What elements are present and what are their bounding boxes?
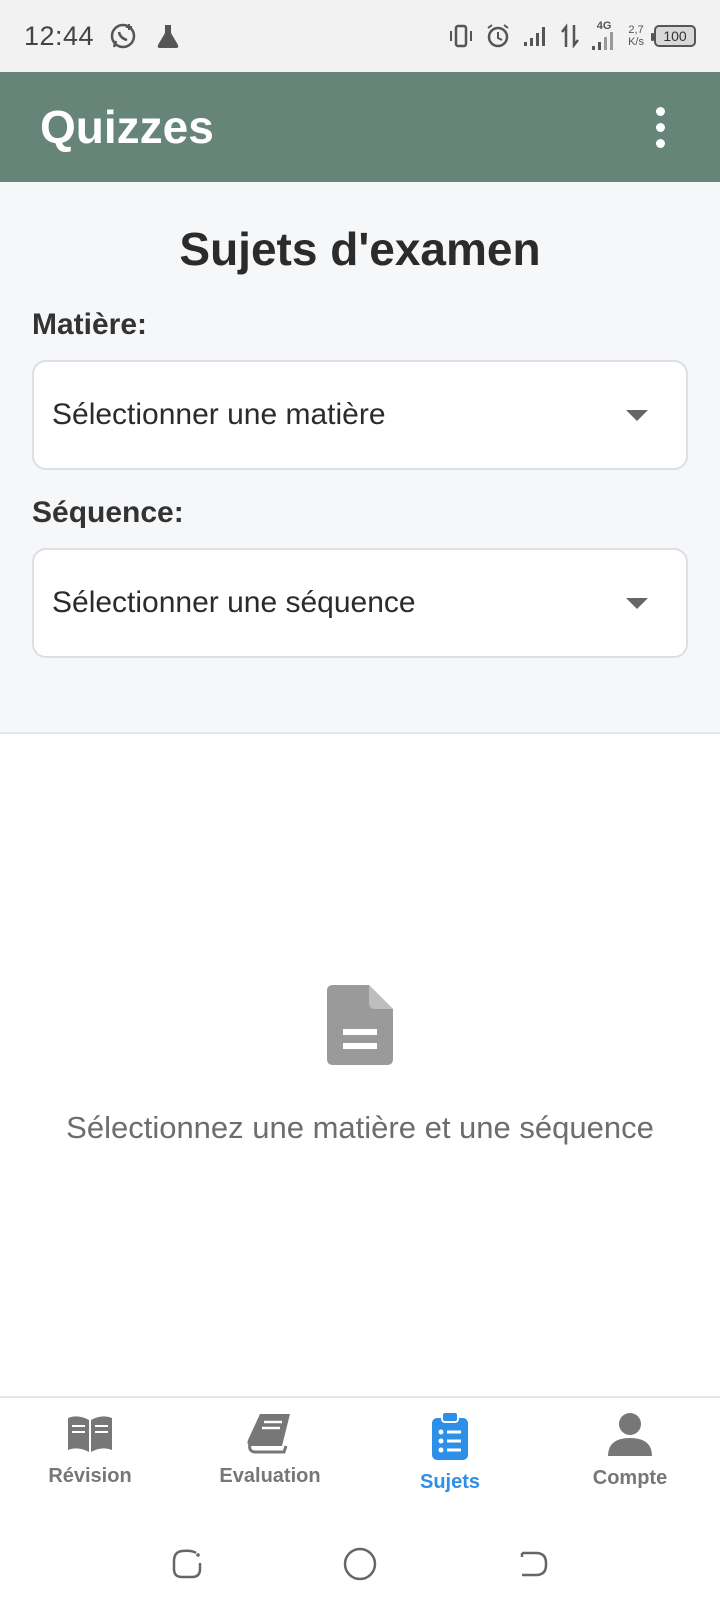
filter-panel: Sujets d'examen Matière: Sélectionner un… (0, 182, 720, 734)
subject-select[interactable]: Sélectionner une matière (32, 360, 688, 470)
network-speed-unit: K/s (628, 36, 644, 48)
battery-icon: 100 (651, 25, 696, 47)
network-type: 4G (596, 20, 612, 32)
nav-item-compte[interactable]: Compte (540, 1398, 720, 1516)
clipboard-list-icon (430, 1411, 470, 1465)
recent-apps-icon[interactable] (157, 1534, 217, 1594)
signal-icon (522, 24, 550, 48)
status-notification-icons (108, 21, 182, 51)
status-bar: 12:44 4G 2,7 K/s 100 (0, 0, 720, 72)
flask-icon (154, 22, 182, 50)
vibrate-icon (448, 23, 474, 49)
subject-select-value: Sélectionner une matière (52, 398, 386, 431)
nav-label-evaluation: Evaluation (219, 1465, 321, 1487)
signal-4g-icon: 4G (590, 21, 618, 51)
open-book-icon (66, 1412, 114, 1459)
more-vertical-icon[interactable] (640, 97, 680, 157)
nav-label-revision: Révision (48, 1465, 132, 1487)
whatsapp-icon (108, 21, 138, 51)
nav-item-evaluation[interactable]: Evaluation (180, 1398, 360, 1516)
user-icon (608, 1412, 652, 1461)
data-arrows-icon (560, 23, 580, 49)
battery-level: 100 (663, 28, 687, 44)
network-speed: 2,7 K/s (628, 24, 644, 48)
document-icon (327, 985, 393, 1070)
book-icon (246, 1412, 294, 1459)
bottom-nav: Révision Evaluation Sujets Compte (0, 1396, 720, 1516)
system-nav (0, 1516, 720, 1612)
back-icon[interactable] (503, 1534, 563, 1594)
app-bar: Quizzes (0, 72, 720, 182)
chevron-down-icon (626, 409, 648, 421)
nav-label-sujets: Sujets (419, 1471, 481, 1493)
app-title: Quizzes (40, 101, 214, 153)
nav-label-compte: Compte (592, 1467, 668, 1489)
home-icon[interactable] (330, 1534, 390, 1594)
status-system-icons: 4G 2,7 K/s 100 (448, 21, 696, 51)
empty-state: Sélectionnez une matière et une séquence (0, 985, 720, 1146)
nav-item-sujets[interactable]: Sujets (360, 1398, 540, 1516)
alarm-icon (484, 22, 512, 50)
network-speed-value: 2,7 (628, 24, 644, 36)
empty-state-message: Sélectionnez une matière et une séquence (66, 1110, 654, 1145)
chevron-down-icon (626, 597, 648, 609)
sequence-select[interactable]: Sélectionner une séquence (32, 548, 688, 658)
status-time: 12:44 (24, 20, 95, 51)
sequence-label: Séquence: (32, 496, 184, 529)
sequence-select-value: Sélectionner une séquence (52, 586, 416, 619)
nav-item-revision[interactable]: Révision (0, 1398, 180, 1516)
subject-label: Matière: (32, 308, 148, 341)
page-title: Sujets d'examen (179, 223, 541, 275)
